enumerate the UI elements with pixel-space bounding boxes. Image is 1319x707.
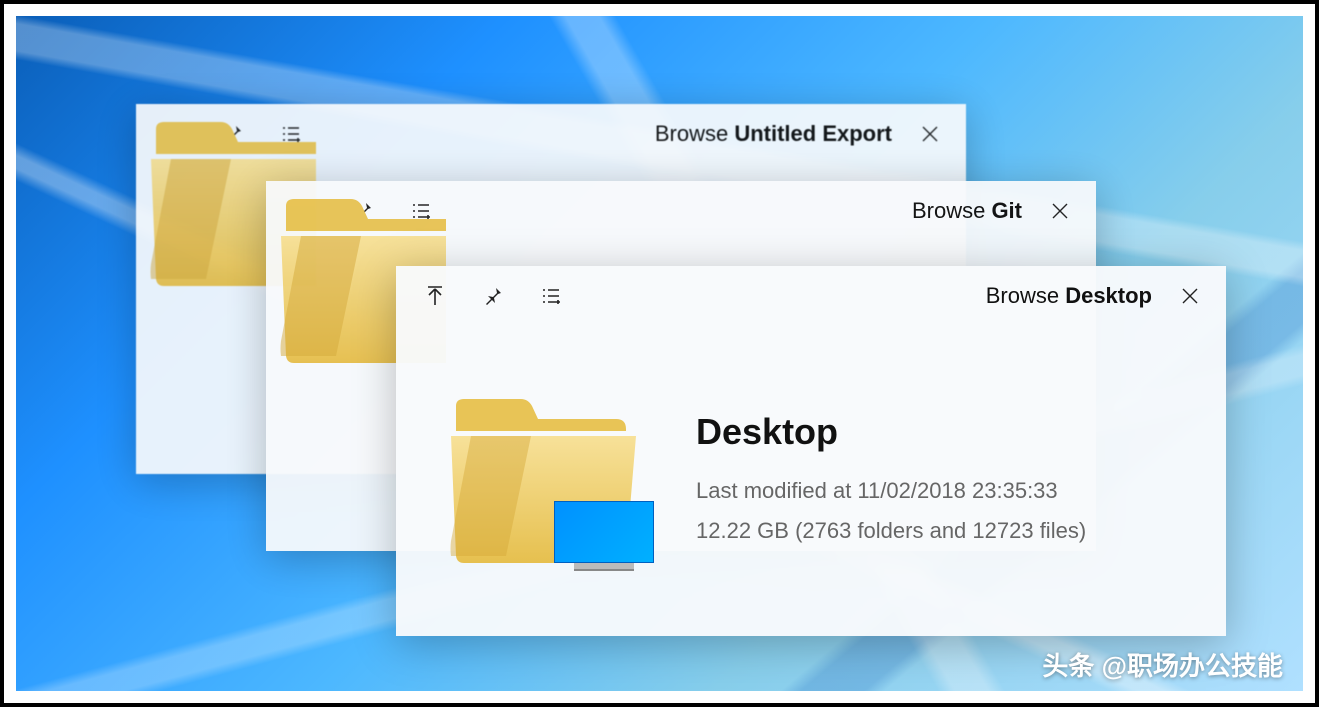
folder-modified: Last modified at 11/02/2018 23:35:33 [696,471,1186,511]
window-title: Browse Untitled Export [655,121,900,147]
up-button[interactable] [406,271,464,321]
close-button[interactable] [1030,186,1090,236]
list-icon [541,288,561,304]
folder-stats: 12.22 GB (2763 folders and 12723 files) [696,511,1186,551]
window-title: Browse Git [912,198,1030,224]
titlebar: Browse Desktop [396,266,1226,326]
list-button[interactable] [522,271,580,321]
close-button[interactable] [900,109,960,159]
desktop-wallpaper: Browse Untitled Export [16,16,1303,691]
arrow-up-icon [426,286,444,306]
pin-button[interactable] [464,271,522,321]
close-button[interactable] [1160,271,1220,321]
folder-info: Desktop Last modified at 11/02/2018 23:3… [696,411,1186,550]
watermark-text: 头条 @职场办公技能 [1042,646,1283,683]
close-icon [921,125,939,143]
close-icon [1181,287,1199,305]
folder-title: Desktop [696,411,1186,453]
browse-window-desktop[interactable]: Browse Desktop [396,266,1226,636]
monitor-icon [554,501,654,573]
desktop-folder-icon [436,381,656,581]
window-content: Desktop Last modified at 11/02/2018 23:3… [396,326,1226,636]
window-title: Browse Desktop [986,283,1160,309]
pin-icon [483,286,503,306]
close-icon [1051,202,1069,220]
